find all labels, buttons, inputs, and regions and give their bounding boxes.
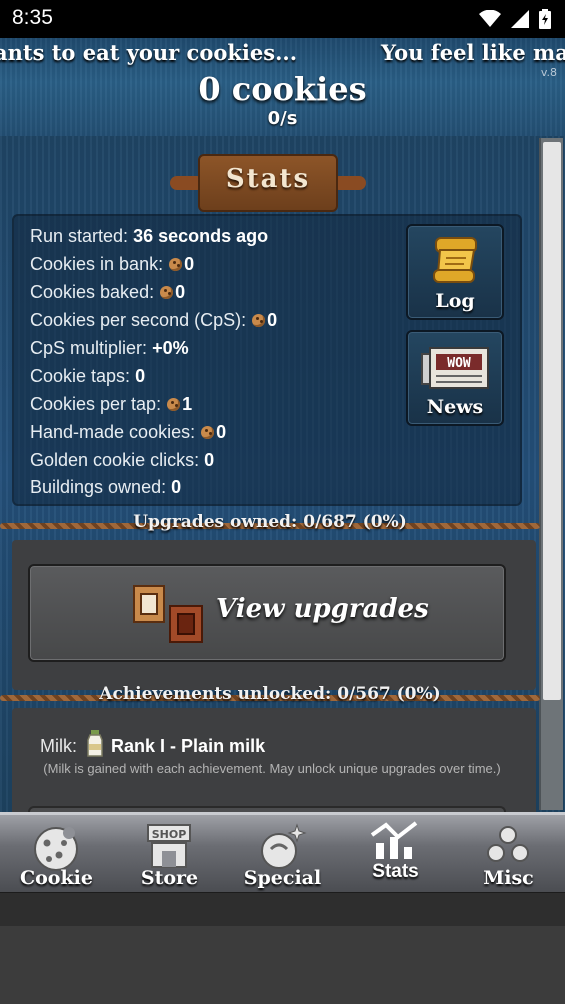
shop-icon: SHOP xyxy=(147,824,191,868)
status-bar: 8:35 xyxy=(0,0,565,38)
scroll-icon xyxy=(433,237,477,283)
cookies-per-second: 0/s xyxy=(267,108,298,129)
shop-sign-text: SHOP xyxy=(152,828,187,841)
news-button[interactable]: WOW News xyxy=(406,330,504,426)
cookie-icon xyxy=(169,258,183,271)
stats-icon xyxy=(370,821,418,859)
news-ticker[interactable]: ants to eat your cookies... You feel like… xyxy=(0,40,565,65)
app-root: 8:35 ants to eat your cookies... You feel… xyxy=(0,0,565,1004)
cookie-icon xyxy=(34,827,78,871)
achievements-unlocked-text: Achievements unlocked: 0/567 (0%) xyxy=(99,684,441,704)
scrollbar-thumb[interactable] xyxy=(543,142,561,700)
achievements-divider: Achievements unlocked: 0/567 (0%) xyxy=(0,684,540,710)
special-icon xyxy=(261,823,307,869)
milk-rank: Rank I - Plain milk xyxy=(111,736,266,756)
nav-special-label: Special xyxy=(243,867,322,889)
ticker-text-a: ants to eat your cookies... xyxy=(0,40,298,65)
stat-cookie-taps: Cookie taps: 0 xyxy=(30,366,146,386)
status-time: 8:35 xyxy=(12,6,53,29)
stats-title: Stats xyxy=(225,164,311,194)
footer-bar xyxy=(0,892,565,926)
nav-stats-label: Stats xyxy=(372,861,419,882)
milk-section: Milk: Rank I - Plain milk (Milk is gaine… xyxy=(12,708,536,812)
nav-store[interactable]: SHOP Store xyxy=(113,815,226,895)
milk-note: (Milk is gained with each achievement. M… xyxy=(43,761,501,776)
stats-scroll-area[interactable]: Stats Run started: 36 seconds ago Cookie… xyxy=(0,136,565,812)
cookie-icon xyxy=(201,426,215,439)
upgrades-owned-text: Upgrades owned: 0/687 (0%) xyxy=(133,512,407,532)
nav-misc-label: Misc xyxy=(483,867,534,889)
status-icons xyxy=(479,9,551,29)
bottom-nav: Cookie SHOP Store Special Stats Misc xyxy=(0,812,565,892)
news-label: News xyxy=(426,396,484,418)
battery-icon xyxy=(539,9,551,29)
nav-misc[interactable]: Misc xyxy=(452,815,565,895)
stat-buildings-owned: Buildings owned: 0 xyxy=(30,477,182,497)
nav-stats[interactable]: Stats xyxy=(339,815,452,895)
svg-text:WOW: WOW xyxy=(447,356,471,371)
scrollbar[interactable] xyxy=(539,138,563,810)
ticker-text-b: You feel like ma xyxy=(381,40,565,65)
log-button[interactable]: Log xyxy=(406,224,504,320)
log-label: Log xyxy=(435,290,475,312)
nav-store-label: Store xyxy=(140,867,199,889)
game-header: ants to eat your cookies... You feel like… xyxy=(0,38,565,136)
stat-cookies-per-tap: Cookies per tap: 1 xyxy=(30,394,193,414)
misc-icon xyxy=(487,826,529,862)
view-upgrades-label: View upgrades xyxy=(216,594,429,624)
upgrade-frames-icon xyxy=(133,585,203,643)
milk-bottle-icon xyxy=(87,730,103,757)
stat-hand-made: Hand-made cookies: 0 xyxy=(30,422,227,442)
newspaper-icon: WOW xyxy=(421,347,489,389)
upgrades-divider: Upgrades owned: 0/687 (0%) xyxy=(0,512,540,538)
stat-run-started: Run started: 36 seconds ago xyxy=(30,226,269,246)
nav-cookie-label: Cookie xyxy=(20,867,93,889)
milk-label: Milk: xyxy=(40,736,77,756)
milk-rank-line: Milk: Rank I - Plain milk xyxy=(40,730,265,758)
nav-cookie[interactable]: Cookie xyxy=(0,815,113,895)
stat-cps-multiplier: CpS multiplier: +0% xyxy=(30,338,189,358)
view-upgrades-button[interactable]: View upgrades xyxy=(28,564,506,662)
cookie-icon xyxy=(160,286,174,299)
cookie-icon xyxy=(252,314,266,327)
upgrades-section: View upgrades xyxy=(12,540,536,690)
stat-cps: Cookies per second (CpS): 0 xyxy=(30,310,278,330)
stats-title-banner: Stats xyxy=(170,154,366,212)
stat-cookies-in-bank: Cookies in bank: 0 xyxy=(30,254,195,274)
stat-golden-clicks: Golden cookie clicks: 0 xyxy=(30,450,215,470)
wifi-icon xyxy=(479,10,501,27)
stat-cookies-baked: Cookies baked: 0 xyxy=(30,282,186,302)
footer-background xyxy=(0,926,565,1004)
cookie-icon xyxy=(167,398,181,411)
cookie-count: 0 cookies xyxy=(198,70,367,108)
signal-icon xyxy=(511,10,529,28)
nav-special[interactable]: Special xyxy=(226,815,339,895)
